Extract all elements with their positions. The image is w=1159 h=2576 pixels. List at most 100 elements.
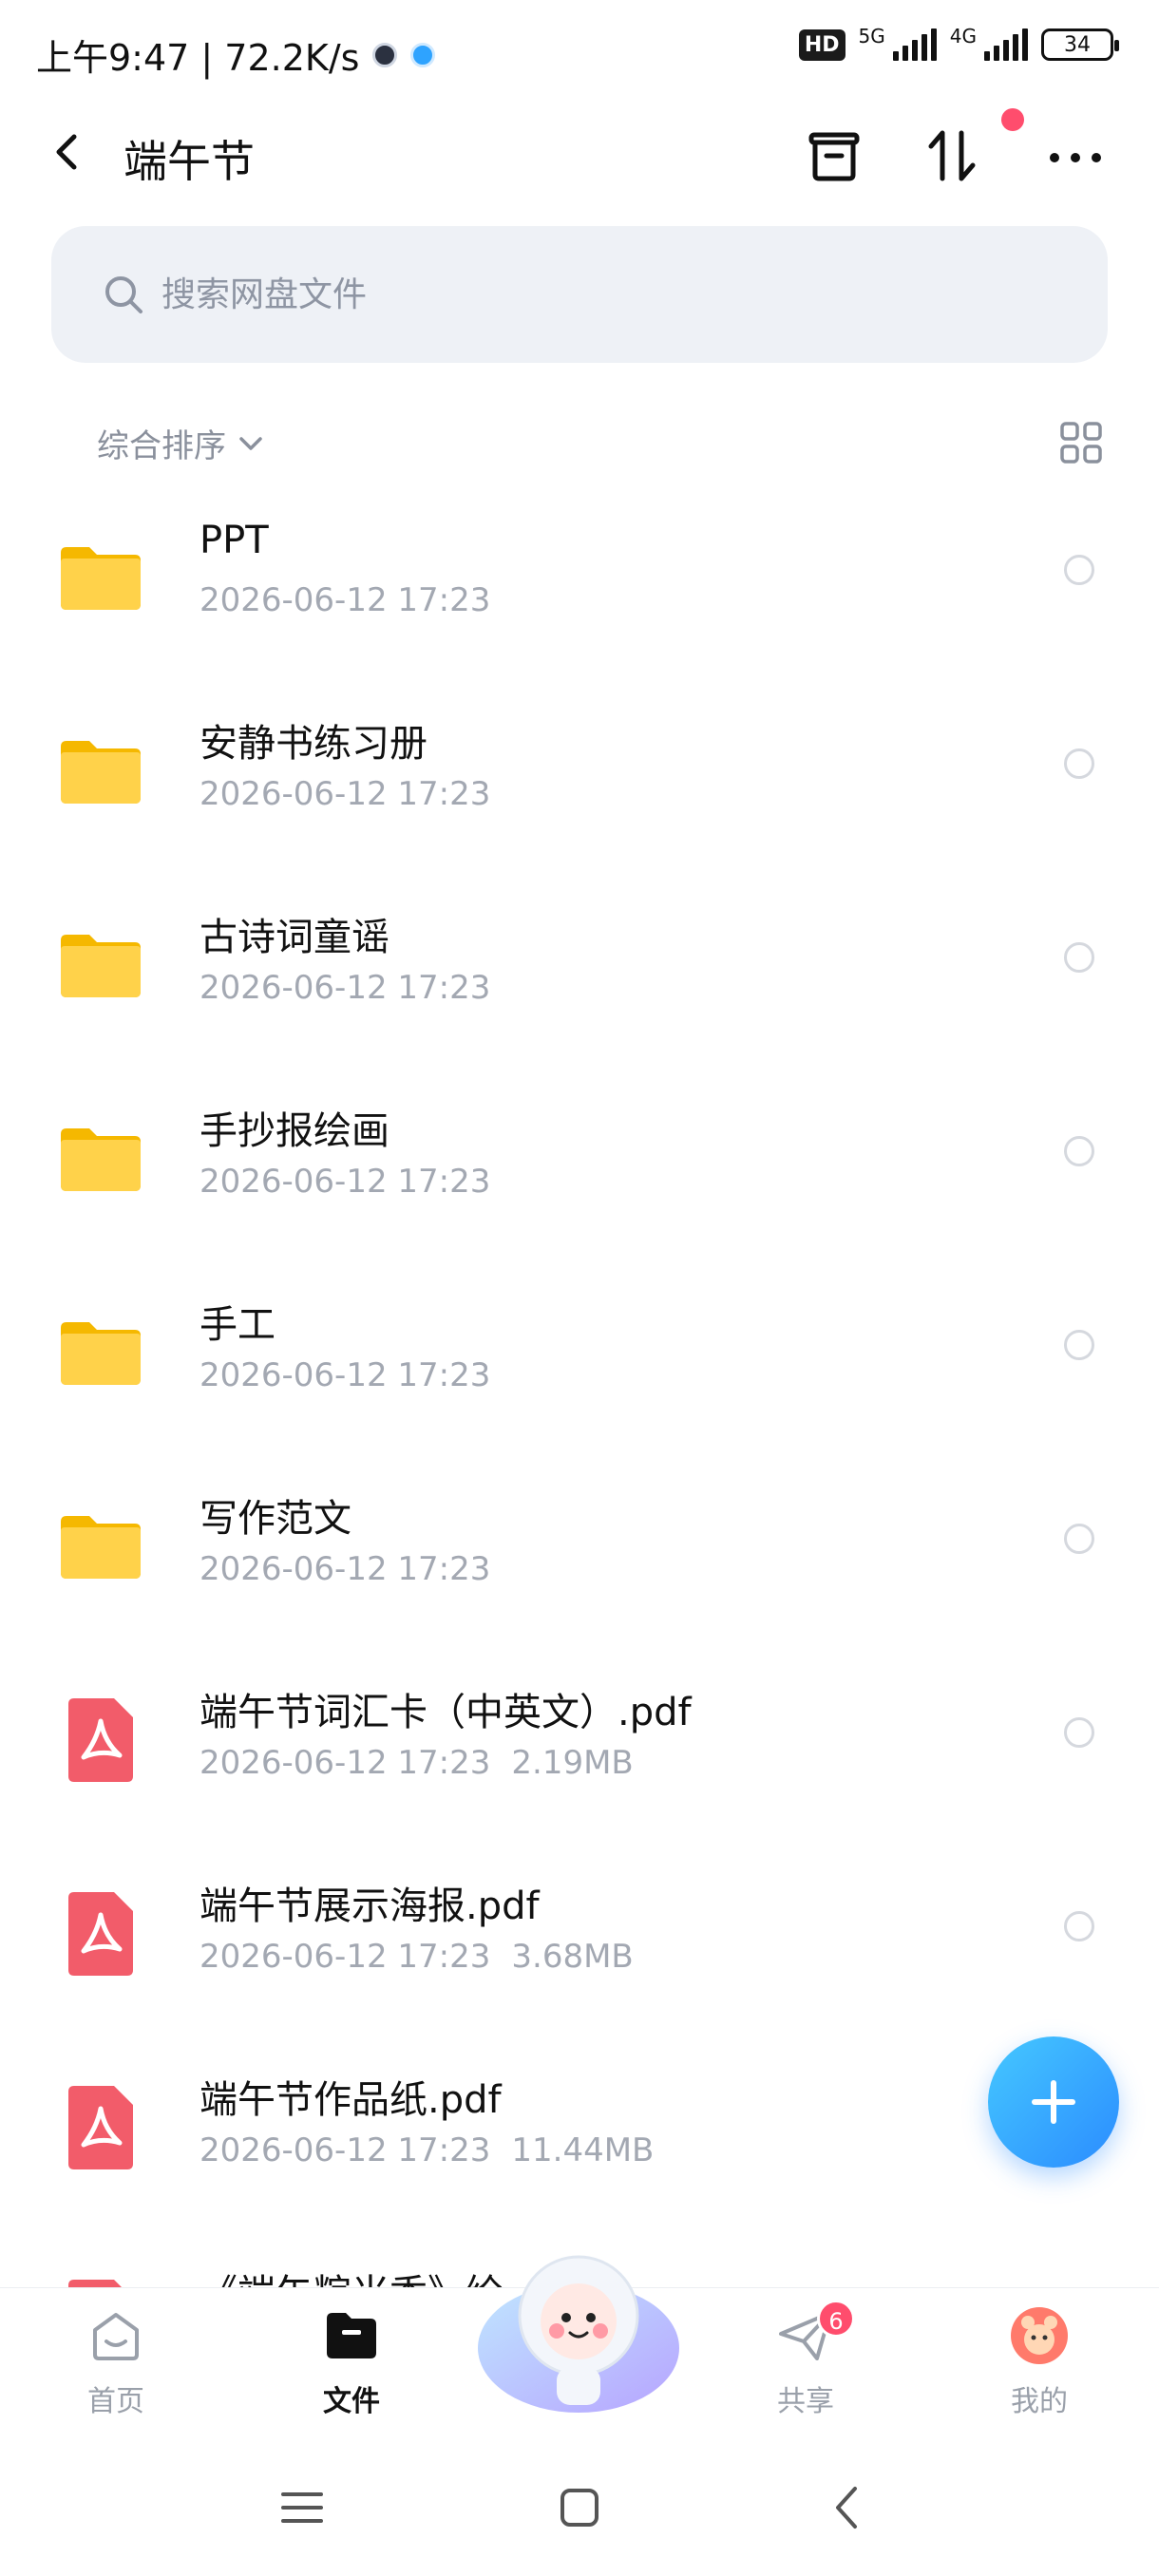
file-size: 3.68MB [511, 1938, 634, 1976]
nav-files-label: 文件 [323, 2385, 380, 2418]
folder-icon [61, 1322, 141, 1385]
sort-dropdown[interactable]: 综合排序 [97, 420, 266, 466]
battery-level: 34 [1064, 32, 1091, 57]
file-date: 2026-06-12 17:23 [200, 2131, 491, 2169]
chevron-down-icon [239, 436, 262, 450]
file-name: 手工 [200, 1303, 276, 1347]
file-name: 端午节作品纸.pdf [200, 2078, 502, 2122]
notification-upload-icon [410, 42, 436, 67]
nav-home[interactable]: 首页 [40, 2305, 192, 2419]
menu-icon[interactable] [276, 2481, 329, 2534]
file-meta: 2026-06-12 17:23 [200, 581, 490, 619]
nav-home-label: 首页 [87, 2385, 144, 2418]
network-type-1: 5G [858, 25, 885, 47]
add-button[interactable] [988, 2036, 1119, 2168]
file-row[interactable]: 手抄报绘画 2026-06-12 17:23 [0, 1075, 1159, 1269]
file-size: 2.19MB [511, 1744, 634, 1782]
pdf-file-icon [68, 2280, 122, 2287]
signal-bars-1-icon [892, 28, 937, 61]
file-date: 2026-06-12 17:23 [200, 1938, 491, 1976]
grid-view-icon[interactable] [1058, 420, 1104, 465]
file-meta: 2026-06-12 17:23 11.44MB [200, 2131, 654, 2169]
file-row[interactable]: 端午节展示海报.pdf 2026-06-12 17:23 3.68MB [0, 1850, 1159, 2044]
folder-icon [61, 935, 141, 997]
file-date: 2026-06-12 17:23 [200, 581, 491, 619]
recycle-notification-dot [1001, 108, 1024, 131]
status-left: 上午9:47 | 72.2K/s [36, 28, 436, 81]
nav-share[interactable]: 6 共享 [730, 2300, 882, 2419]
file-row[interactable]: PPT 2026-06-12 17:23 [0, 494, 1159, 688]
file-date: 2026-06-12 17:23 [200, 775, 491, 813]
file-meta: 2026-06-12 17:23 [200, 1356, 490, 1394]
header: 端午节 [0, 104, 1159, 199]
share-badge: 6 [817, 2300, 855, 2338]
home-icon [93, 2313, 139, 2360]
more-options-icon[interactable] [1045, 139, 1106, 177]
file-row[interactable]: 端午节词汇卡（中英文）.pdf 2026-06-12 17:23 2.19MB [0, 1657, 1159, 1850]
select-checkbox[interactable] [1064, 1717, 1094, 1748]
folder-icon [61, 547, 141, 610]
file-name: 端午节展示海报.pdf [200, 1885, 540, 1928]
notification-app-icon [372, 42, 398, 67]
file-name: 手抄报绘画 [200, 1109, 390, 1153]
folder-icon [61, 741, 141, 804]
file-row[interactable]: 端午节作品纸.pdf 2026-06-12 17:23 11.44MB [0, 2044, 1159, 2238]
pdf-file-icon [68, 1698, 133, 1782]
file-name: 《端午粽米香》绘 [200, 2263, 504, 2287]
select-checkbox[interactable] [1064, 748, 1094, 779]
file-name: 写作范文 [200, 1497, 352, 1541]
search-icon [105, 276, 142, 313]
file-name: 安静书练习册 [200, 722, 428, 766]
file-date: 2026-06-12 17:23 [200, 1163, 491, 1201]
hd-voice-icon: HD [798, 28, 846, 61]
file-row[interactable]: 写作范文 2026-06-12 17:23 [0, 1463, 1159, 1657]
page-title: 端午节 [124, 136, 255, 187]
nav-share-label: 共享 [777, 2385, 834, 2418]
select-checkbox[interactable] [1064, 942, 1094, 973]
sort-label: 综合排序 [97, 427, 226, 465]
file-meta: 2026-06-12 17:23 [200, 969, 490, 1007]
avatar [1011, 2307, 1068, 2364]
plus-icon [1032, 2080, 1075, 2124]
signal-bars-2-icon [984, 28, 1028, 61]
status-time-speed: 上午9:47 | 72.2K/s [36, 37, 360, 79]
battery-icon: 34 [1041, 28, 1119, 61]
file-meta: 2026-06-12 17:23 2.19MB [200, 1744, 634, 1782]
select-checkbox[interactable] [1064, 1330, 1094, 1360]
file-name: 古诗词童谣 [200, 916, 390, 959]
nav-mine[interactable]: 我的 [963, 2305, 1115, 2419]
file-date: 2026-06-12 17:23 [200, 1356, 491, 1394]
file-row[interactable]: 手工 2026-06-12 17:23 [0, 1269, 1159, 1463]
back-arrow-icon[interactable] [49, 133, 87, 171]
status-right: HD 5G 4G 34 [798, 25, 1119, 61]
folder-icon [61, 1516, 141, 1579]
network-type-2: 4G [949, 25, 977, 47]
home-square-icon[interactable] [553, 2481, 606, 2534]
select-checkbox[interactable] [1064, 1524, 1094, 1554]
search-input[interactable] [162, 275, 1016, 314]
file-row[interactable]: 古诗词童谣 2026-06-12 17:23 [0, 881, 1159, 1075]
nav-files[interactable]: 文件 [276, 2305, 428, 2419]
folder-nav-icon [327, 2313, 376, 2358]
back-icon[interactable] [823, 2481, 876, 2534]
select-checkbox[interactable] [1064, 1136, 1094, 1166]
nav-mine-label: 我的 [1011, 2385, 1068, 2418]
select-checkbox[interactable] [1064, 1911, 1094, 1941]
recycle-bin-icon[interactable] [804, 125, 864, 186]
file-name: PPT [200, 519, 269, 562]
folder-icon [61, 1128, 141, 1191]
file-meta: 2026-06-12 17:23 3.68MB [200, 1938, 634, 1976]
file-meta: 2026-06-12 17:23 [200, 1163, 490, 1201]
system-nav [0, 2443, 1159, 2576]
select-checkbox[interactable] [1064, 555, 1094, 585]
file-name: 端午节词汇卡（中英文）.pdf [200, 1691, 692, 1734]
file-date: 2026-06-12 17:23 [200, 1744, 491, 1782]
search-bar[interactable] [51, 226, 1108, 363]
file-meta: 2026-06-12 17:23 [200, 1550, 490, 1588]
pdf-file-icon [68, 2086, 133, 2169]
file-date: 2026-06-12 17:23 [200, 969, 491, 1007]
sort-row: 综合排序 [0, 408, 1159, 475]
sort-icon[interactable] [922, 125, 982, 186]
assistant-mascot-icon[interactable] [475, 2234, 682, 2420]
file-row[interactable]: 安静书练习册 2026-06-12 17:23 [0, 688, 1159, 881]
